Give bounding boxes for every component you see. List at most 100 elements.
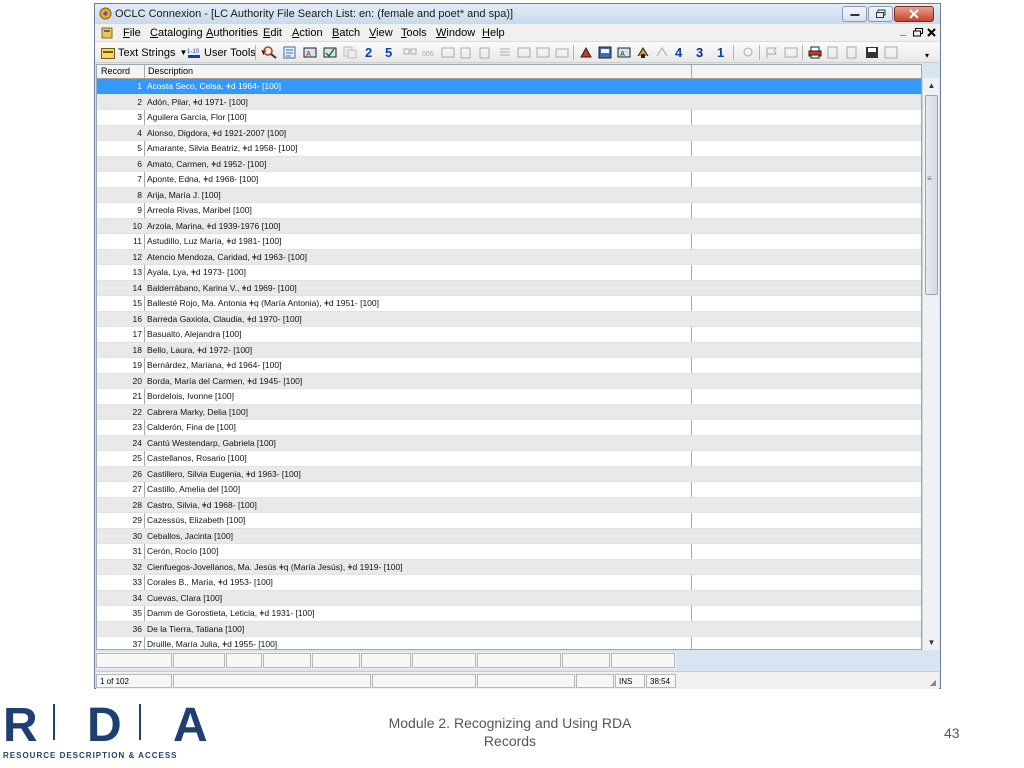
table-row[interactable]: 14 Balderrábano, Karina V., ǂd 1969- [100… [97,280,921,296]
scroll-thumb[interactable] [925,95,938,295]
lock-record-icon[interactable]: A [617,46,631,59]
table-row[interactable]: 9 Arreola Rivas, Maribel [100] [97,203,921,219]
table-row[interactable]: 6 Amato, Carmen, ǂd 1952- [100] [97,156,921,172]
search-authority-icon[interactable] [263,46,277,59]
restore-button[interactable] [868,6,893,22]
toolbar-overflow-icon[interactable]: ▾ [925,51,929,60]
table-row[interactable]: 25 Castellanos, Rosario [100] [97,451,921,467]
menu-authorities[interactable]: Authorities [206,27,258,39]
table-row[interactable]: 24 Cantú Westendarp, Gabriela [100] [97,435,921,451]
menu-action[interactable]: Action [292,27,323,39]
bookmark-icon[interactable] [784,46,798,59]
replace-record-icon[interactable] [636,46,650,59]
record-number-cell: 31 [132,546,142,556]
menu-edit[interactable]: Edit [263,27,282,39]
holdings-1-button[interactable]: 1 [717,45,724,60]
browse-authority-icon[interactable] [283,46,297,59]
delete-field-icon[interactable] [479,46,493,59]
submit-record-icon[interactable] [655,46,669,59]
record-number-cell: 8 [137,189,142,200]
description-cell: Ballesté Rojo, Ma. Antonia ǂq (María Ant… [147,298,380,308]
print-icon[interactable] [808,46,822,59]
table-row[interactable]: 15 Ballesté Rojo, Ma. Antonia ǂq (María A… [97,296,921,312]
scroll-down-icon[interactable]: ▼ [923,635,940,650]
authority-record-icon[interactable]: A [303,46,317,59]
holdings-2-button[interactable]: 2 [365,45,372,60]
menu-batch[interactable]: Batch [332,27,360,39]
title-bar[interactable]: OCLC Connexion - [LC Authority File Sear… [95,4,940,24]
table-row[interactable]: 27 Castillo, Amelia del [100] [97,482,921,498]
edit-field-icon[interactable] [460,46,474,59]
holdings-5-button[interactable]: 5 [385,45,392,60]
split-icon[interactable] [884,46,898,59]
table-row[interactable]: 30 Ceballos, Jacinta [100] [97,528,921,544]
scroll-up-icon[interactable]: ▲ [923,78,940,93]
table-row[interactable]: 2 Adón, Pilar, ǂd 1971- [100] [97,94,921,110]
tree-right-icon[interactable] [536,46,550,59]
table-row[interactable]: 11 Astudillo, Luz María, ǂd 1981- [100] [97,234,921,250]
table-row[interactable]: 23 Calderón, Fina de [100] [97,420,921,436]
column-header-record[interactable]: Record [101,66,130,76]
holdings-4-button[interactable]: 4 [675,45,682,60]
table-row[interactable]: 28 Castro, Silvia, ǂd 1968- [100] [97,497,921,513]
table-row[interactable]: 36 De la Tierra, Tatiana [100] [97,621,921,637]
column-header-description[interactable]: Description [148,66,193,76]
menu-view[interactable]: View [369,27,393,39]
list-view-icon[interactable] [498,46,512,59]
rda-logo-letter: D [87,699,124,752]
mdi-close-icon[interactable] [927,28,936,37]
table-row[interactable]: 8 Arija, María J. [100] [97,187,921,203]
holdings-3-button[interactable]: 3 [696,45,703,60]
tree-left-icon[interactable] [517,46,531,59]
table-row[interactable]: 12 Atencio Mendoza, Caridad, ǂd 1963- [10… [97,249,921,265]
resize-grip-icon[interactable]: ◢ [930,678,936,687]
export-record-icon[interactable] [598,46,612,59]
table-row[interactable]: 26 Castillero, Silvia Eugenia, ǂd 1963- [… [97,466,921,482]
table-row[interactable]: 20 Borda, María del Carmen, ǂd 1945- [100… [97,373,921,389]
table-row[interactable]: 4 Alonso, Digdora, ǂd 1921-2007 [100] [97,125,921,141]
table-row[interactable]: 29 Cazessús, Elizabeth [100] [97,513,921,529]
table-row[interactable]: 16 Barreda Gaxiola, Claudia, ǂd 1970- [10… [97,311,921,327]
table-row[interactable]: 32 Cienfuegos-Jovellanos, Ma. Jesús ǂq (M… [97,559,921,575]
table-row[interactable]: 10 Arzola, Marina, ǂd 1939-1976 [100] [97,218,921,234]
table-row[interactable]: 5 Amarante, Silvia Beatriz, ǂd 1958- [100… [97,141,921,157]
table-row[interactable]: 37 Druille, María Julia, ǂd 1955- [100] [97,637,921,649]
menu-help[interactable]: Help [482,27,505,39]
validate-icon[interactable] [323,46,337,59]
insert-field-icon[interactable] [441,46,455,59]
table-row[interactable]: 31 Cerón, Rocío [100] [97,544,921,560]
text-strings-button[interactable]: Text Strings ▼ [101,45,187,60]
close-button[interactable] [894,6,934,22]
workflow-icon[interactable] [403,46,417,59]
table-row[interactable]: 22 Cabrera Marky, Delia [100] [97,404,921,420]
table-row[interactable]: 13 Ayala, Lya, ǂd 1973- [100] [97,265,921,281]
table-row[interactable]: 35 Damm de Gorostieta, Leticia, ǂd 1931- … [97,606,921,622]
flag-icon[interactable] [765,46,779,59]
menu-window[interactable]: Window [436,27,475,39]
minimize-button[interactable] [842,6,867,22]
menu-cataloging[interactable]: Cataloging [150,27,203,39]
mdi-restore-icon[interactable] [913,28,923,37]
table-row[interactable]: 3 Aguilera García, Flor [100] [97,110,921,126]
field-006-icon[interactable]: 006 [422,46,436,59]
save-icon[interactable] [865,46,879,59]
document-icon[interactable] [101,27,113,39]
table-row[interactable]: 34 Cuevas, Clara [100] [97,590,921,606]
table-row[interactable]: 1 Acosta Seco, Celsa, ǂd 1964- [100] [97,79,921,95]
table-row[interactable]: 19 Bernárdez, Mariana, ǂd 1964- [100] [97,358,921,374]
network-icon[interactable] [741,46,755,59]
label-record-icon[interactable] [579,46,593,59]
menu-file[interactable]: File [123,27,141,39]
message-icon[interactable] [555,46,569,59]
mdi-minimize-icon[interactable]: _ [900,25,906,37]
vertical-scrollbar[interactable]: ▲ ≡ ▼ [922,78,939,650]
table-row[interactable]: 18 Bello, Laura, ǂd 1972- [100] [97,342,921,358]
table-row[interactable]: 33 Corales B., María, ǂd 1953- [100] [97,575,921,591]
menu-tools[interactable]: Tools [401,27,427,39]
copy-record-icon[interactable] [343,46,357,59]
table-row[interactable]: 7 Aponte, Edna, ǂd 1968- [100] [97,172,921,188]
table-row[interactable]: 17 Basualto, Alejandra [100] [97,327,921,343]
macro-icon[interactable] [827,46,841,59]
table-row[interactable]: 21 Bordelois, Ivonne [100] [97,389,921,405]
options-icon[interactable] [846,46,860,59]
